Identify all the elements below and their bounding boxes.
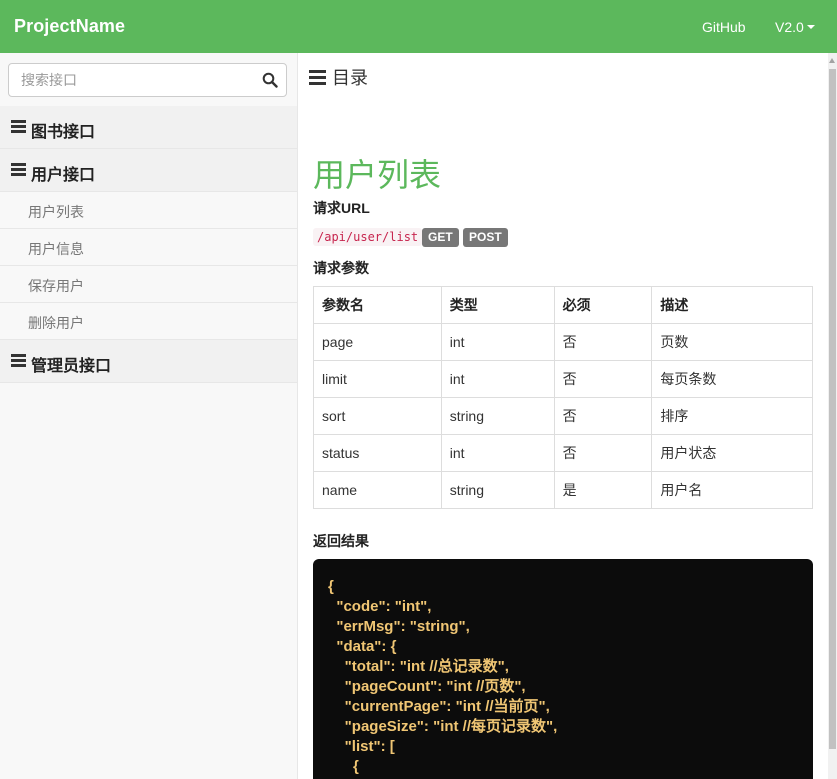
search-input[interactable]: [9, 64, 249, 96]
list-icon: [309, 70, 326, 86]
github-link[interactable]: GitHub: [702, 19, 746, 35]
list-icon: [11, 120, 26, 133]
sidebar-item-delete-user[interactable]: 删除用户: [0, 303, 297, 340]
code-line: "pageSize": "int //每页记录数",: [328, 718, 558, 735]
table-row: name string 是 用户名: [313, 471, 813, 509]
column-header: 描述: [651, 286, 813, 324]
table-row: page int 否 页数: [313, 323, 813, 361]
top-navbar: ProjectName GitHub V2.0: [0, 0, 837, 53]
result-code-block: { "code": "int", "errMsg": "string", "da…: [313, 559, 813, 779]
sidebar-item-user-info[interactable]: 用户信息: [0, 229, 297, 266]
code-line: "code": "int",: [328, 598, 432, 615]
request-url-label: 请求URL: [313, 200, 370, 216]
table-cell: 排序: [651, 397, 813, 435]
sidebar-item-label: 用户列表: [28, 204, 84, 220]
code-line: {: [328, 758, 359, 775]
scroll-up-icon[interactable]: [829, 58, 835, 63]
code-line: {: [328, 578, 334, 595]
table-cell: 是: [553, 471, 653, 509]
table-header-row: 参数名 类型 必须 描述: [313, 286, 813, 324]
table-cell: limit: [313, 360, 442, 398]
sidebar-group-users[interactable]: 用户接口: [0, 149, 297, 192]
sidebar-group-label: 用户接口: [31, 167, 96, 184]
table-row: limit int 否 每页条数: [313, 360, 813, 398]
code-line: "errMsg": "string",: [328, 618, 470, 635]
table-cell: 每页条数: [651, 360, 813, 398]
list-icon: [11, 163, 26, 176]
return-result-label: 返回结果: [313, 533, 369, 549]
search-icon[interactable]: [262, 72, 278, 88]
page-title: 用户列表: [313, 157, 442, 193]
version-dropdown[interactable]: V2.0: [775, 19, 815, 35]
method-badge-post: POST: [463, 228, 508, 247]
sidebar-item-label: 用户信息: [28, 241, 84, 257]
table-cell: 否: [553, 434, 653, 472]
toc-label: 目录: [332, 68, 368, 88]
sidebar-item-user-list[interactable]: 用户列表: [0, 192, 297, 229]
table-cell: 否: [553, 360, 653, 398]
page-scrollbar[interactable]: [828, 53, 837, 779]
table-row: sort string 否 排序: [313, 397, 813, 435]
table-cell: 用户状态: [651, 434, 813, 472]
sidebar-item-label: 删除用户: [28, 315, 84, 331]
search-box: [8, 63, 287, 97]
toc-heading[interactable]: 目录: [309, 64, 368, 90]
params-table: 参数名 类型 必须 描述 page int 否 页数 limit int 否 每…: [313, 286, 813, 509]
request-params-label: 请求参数: [313, 260, 369, 276]
table-row: status int 否 用户状态: [313, 434, 813, 472]
sidebar-item-label: 保存用户: [28, 278, 84, 294]
column-header: 参数名: [313, 286, 442, 324]
sidebar: 图书接口 用户接口 用户列表 用户信息 保存用户 删除用户 管理员接口: [0, 53, 298, 779]
table-cell: name: [313, 471, 442, 509]
code-line: "currentPage": "int //当前页",: [328, 698, 550, 715]
brand-logo[interactable]: ProjectName: [14, 16, 125, 37]
table-cell: 否: [553, 323, 653, 361]
table-cell: status: [313, 434, 442, 472]
sidebar-group-label: 图书接口: [31, 124, 96, 141]
sidebar-group-admins[interactable]: 管理员接口: [0, 340, 297, 383]
code-line: "data": {: [328, 638, 397, 655]
table-cell: 否: [553, 397, 653, 435]
table-cell: 用户名: [651, 471, 813, 509]
table-cell: page: [313, 323, 442, 361]
column-header: 类型: [440, 286, 555, 324]
code-line: "pageCount": "int //页数",: [328, 678, 526, 695]
version-label: V2.0: [775, 19, 804, 35]
table-cell: int: [440, 360, 555, 398]
table-cell: 页数: [651, 323, 813, 361]
method-badge-get: GET: [422, 228, 459, 247]
scrollbar-thumb[interactable]: [829, 69, 836, 749]
table-cell: string: [440, 471, 555, 509]
table-cell: int: [440, 323, 555, 361]
table-cell: string: [440, 397, 555, 435]
table-cell: int: [440, 434, 555, 472]
caret-down-icon: [806, 25, 815, 30]
list-icon: [11, 354, 26, 367]
code-line: "list": [: [328, 738, 395, 755]
sidebar-group-label: 管理员接口: [31, 358, 112, 375]
table-cell: sort: [313, 397, 442, 435]
sidebar-item-save-user[interactable]: 保存用户: [0, 266, 297, 303]
request-url-code: /api/user/list: [313, 228, 423, 246]
column-header: 必须: [553, 286, 653, 324]
code-line: "total": "int //总记录数",: [328, 658, 509, 675]
sidebar-group-books[interactable]: 图书接口: [0, 106, 297, 149]
